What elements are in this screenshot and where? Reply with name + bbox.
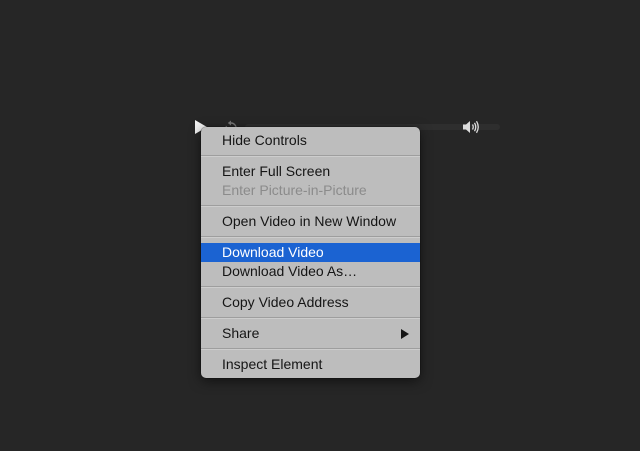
menu-item-enter-full-screen[interactable]: Enter Full Screen: [201, 162, 420, 181]
video-stage: Hide Controls Enter Full Screen Enter Pi…: [0, 0, 640, 451]
menu-item-enter-picture-in-picture: Enter Picture-in-Picture: [222, 182, 367, 198]
menu-item-share[interactable]: Share: [201, 324, 420, 343]
menu-item-hide-controls[interactable]: Hide Controls: [201, 131, 420, 150]
menu-separator: [201, 286, 420, 288]
menu-item-share-label: Share: [222, 325, 260, 341]
submenu-arrow-icon: [401, 329, 409, 339]
menu-separator: [201, 205, 420, 207]
volume-icon[interactable]: [462, 119, 480, 135]
menu-separator: [201, 155, 420, 157]
menu-separator: [201, 317, 420, 319]
menu-item-open-video-new-window[interactable]: Open Video in New Window: [201, 212, 420, 231]
menu-item-inspect-element[interactable]: Inspect Element: [201, 355, 420, 374]
context-menu: Hide Controls Enter Full Screen Enter Pi…: [201, 127, 420, 378]
menu-separator: [201, 236, 420, 238]
menu-item-copy-video-address[interactable]: Copy Video Address: [201, 293, 420, 312]
menu-item-download-video-as[interactable]: Download Video As…: [201, 262, 420, 281]
menu-separator: [201, 348, 420, 350]
menu-item-download-video[interactable]: Download Video: [201, 243, 420, 262]
